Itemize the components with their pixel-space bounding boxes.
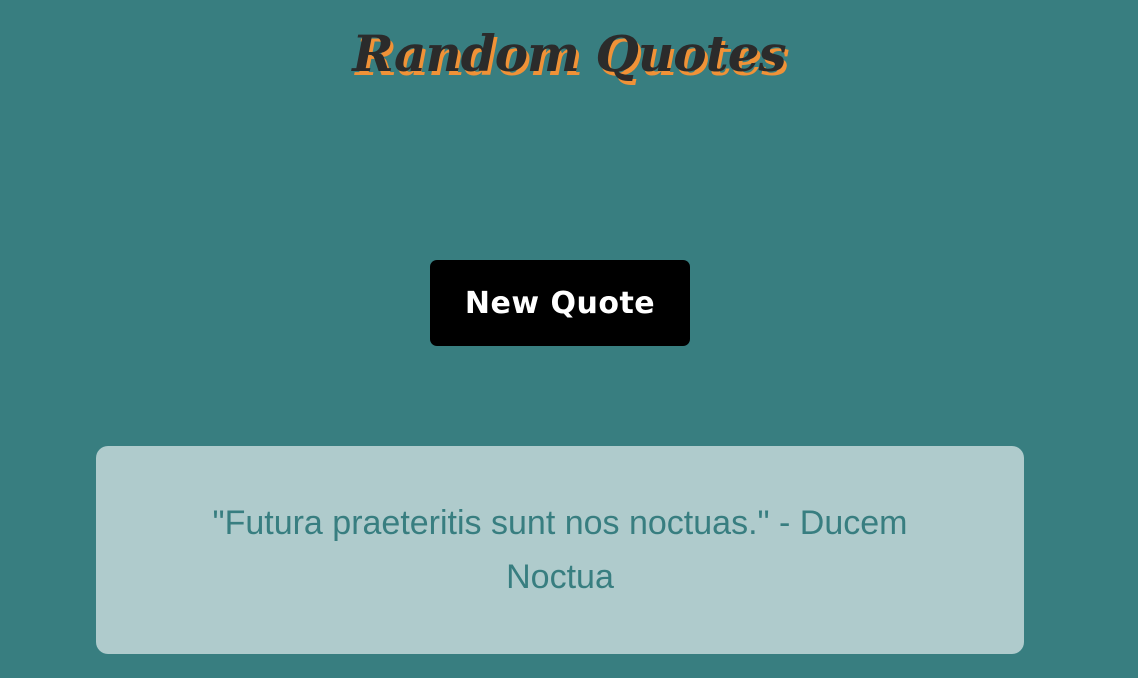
- page-title: Random Quotes: [352, 24, 786, 83]
- quote-text: "Futura praeteritis sunt nos noctuas." -…: [212, 504, 908, 596]
- quote-card: "Futura praeteritis sunt nos noctuas." -…: [96, 446, 1024, 654]
- new-quote-button[interactable]: New Quote: [430, 260, 690, 346]
